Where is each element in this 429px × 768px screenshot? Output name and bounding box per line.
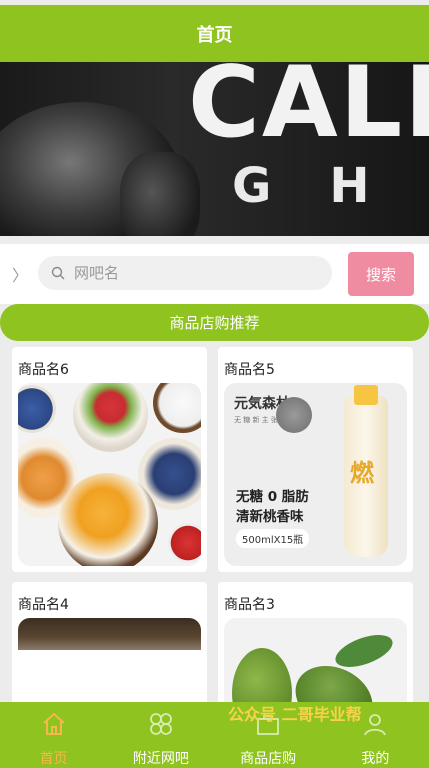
section-title: 商品店购推荐 — [169, 314, 260, 332]
product-card[interactable]: 商品名4 — [12, 582, 207, 702]
drink-logo-icon — [276, 397, 312, 433]
watermark-text: 公众号 二哥毕业帮 — [228, 705, 362, 724]
drink-spec: 500mlX15瓶 — [236, 529, 310, 548]
home-icon — [40, 710, 68, 742]
search-field[interactable] — [38, 256, 332, 290]
drink-line2: 清新桃香味 — [236, 509, 304, 525]
product-name: 商品名3 — [224, 597, 275, 613]
banner-glove-image-2 — [120, 152, 200, 236]
search-input[interactable] — [72, 263, 296, 283]
drink-bottle-icon: 燃 — [344, 385, 388, 557]
drink-line1: 无糖 0 脂肪 — [236, 489, 309, 505]
product-image — [18, 618, 201, 650]
nearby-icon — [147, 710, 175, 742]
search-bar: 〉 搜索 — [0, 244, 429, 304]
bottom-navigation: 首页 附近网吧 商品店购 我的 — [0, 702, 429, 768]
chevron-right-icon[interactable]: 〉 — [12, 262, 28, 286]
banner-carousel[interactable]: CALL GH — [0, 62, 429, 236]
banner-big-text: CALL — [188, 62, 429, 160]
section-header: 商品店购推荐 — [0, 304, 429, 341]
user-icon — [361, 710, 389, 742]
product-image — [224, 618, 407, 702]
nav-label: 附近网吧 — [132, 751, 189, 767]
product-image: 元気森林 无 糖 新 主 张 燃 无糖 0 脂肪 清新桃香味 500mlX15瓶 — [224, 383, 407, 566]
drink-sub: 无 糖 新 主 张 — [234, 416, 278, 424]
product-image — [18, 383, 201, 566]
product-name: 商品名5 — [224, 362, 275, 378]
page-title-bar: 首页 — [0, 5, 429, 62]
product-card[interactable]: 商品名6 — [12, 347, 207, 572]
product-grid: 商品名6 商品名5 元気森林 无 糖 新 主 张 燃 无糖 0 脂肪 清新桃香味… — [0, 341, 429, 702]
product-name: 商品名4 — [18, 597, 69, 613]
product-name: 商品名6 — [18, 362, 69, 378]
nav-item-nearby[interactable]: 附近网吧 — [107, 702, 214, 768]
nav-label: 我的 — [361, 751, 390, 767]
nav-label: 首页 — [39, 751, 68, 767]
search-icon — [50, 265, 66, 281]
nav-label: 商品店购 — [240, 751, 297, 767]
product-card[interactable]: 商品名5 元気森林 无 糖 新 主 张 燃 无糖 0 脂肪 清新桃香味 500m… — [218, 347, 413, 572]
banner-small-text: GH — [232, 158, 428, 214]
search-button[interactable]: 搜索 — [348, 252, 414, 296]
product-card[interactable]: 商品名3 — [218, 582, 413, 702]
page-title: 首页 — [196, 24, 233, 46]
nav-item-home[interactable]: 首页 — [0, 702, 107, 768]
